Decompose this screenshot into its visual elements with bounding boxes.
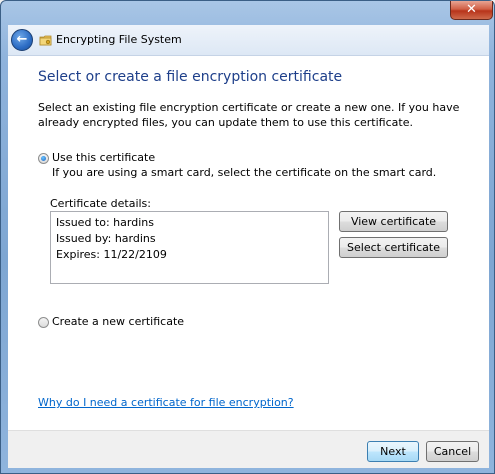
help-link[interactable]: Why do I need a certificate for file enc…	[38, 396, 294, 409]
back-arrow-icon: ←	[16, 32, 28, 47]
smart-card-hint: If you are using a smart card, select th…	[52, 166, 437, 179]
window-frame: ✕ ← Encrypting File System Select or cre…	[0, 0, 495, 474]
back-button[interactable]: ←	[11, 29, 33, 51]
issued-to-text: Issued to: hardins	[56, 216, 154, 229]
next-button[interactable]: Next	[367, 441, 419, 462]
page-title: Select or create a file encryption certi…	[38, 69, 343, 85]
use-certificate-label[interactable]: Use this certificate	[52, 151, 155, 164]
wizard-content: Select or create a file encryption certi…	[8, 56, 489, 430]
window-title: Encrypting File System	[56, 33, 182, 46]
close-icon: ✕	[466, 2, 477, 17]
select-certificate-button[interactable]: Select certificate	[339, 237, 448, 258]
certificate-details-box: Issued to: hardins Issued by: hardins Ex…	[50, 211, 329, 284]
create-certificate-radio[interactable]	[38, 317, 49, 328]
create-certificate-label[interactable]: Create a new certificate	[52, 315, 184, 328]
wizard-header: ← Encrypting File System	[8, 25, 489, 56]
issued-by-text: Issued by: hardins	[56, 232, 156, 245]
view-certificate-button[interactable]: View certificate	[339, 211, 448, 232]
expires-text: Expires: 11/22/2109	[56, 248, 167, 261]
close-button[interactable]: ✕	[450, 1, 493, 20]
folder-key-icon	[39, 35, 52, 46]
certificate-details-label: Certificate details:	[50, 197, 151, 210]
use-certificate-radio[interactable]	[38, 153, 49, 164]
page-description: Select an existing file encryption certi…	[38, 101, 460, 129]
wizard-footer: Next Cancel	[8, 430, 489, 468]
cancel-button[interactable]: Cancel	[426, 441, 479, 462]
